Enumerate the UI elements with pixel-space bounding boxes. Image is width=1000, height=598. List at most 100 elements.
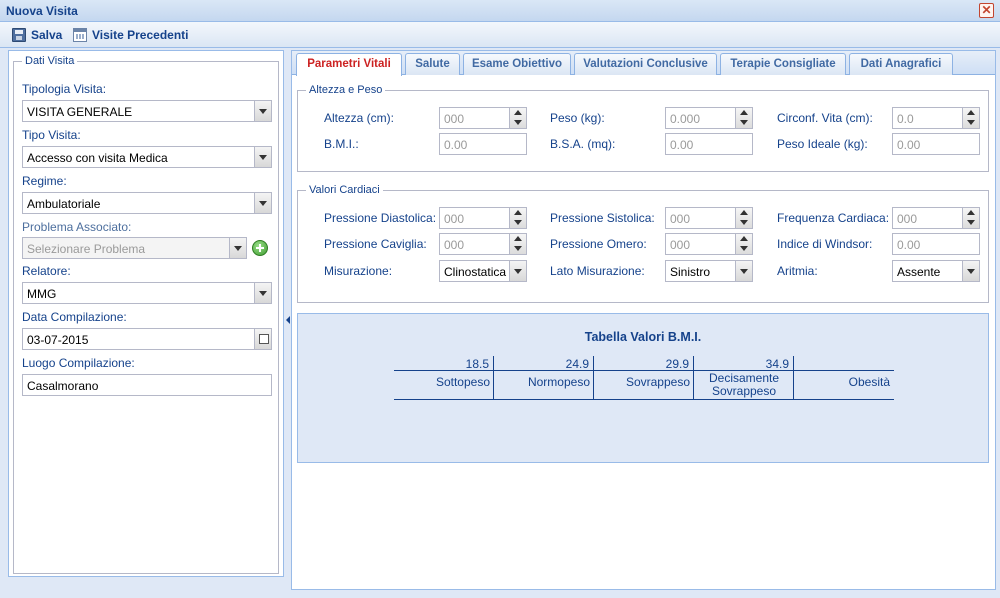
bmi-category-name: Sovrappeso <box>625 375 690 389</box>
bsa-field: 0.00 <box>665 133 753 155</box>
peso-placeholder: 0.000 <box>670 112 701 126</box>
bmi-category-name: Sottopeso <box>435 375 490 389</box>
bmi-label: B.M.I.: <box>324 137 359 151</box>
tab-esame-obiettivo[interactable]: Esame Obiettivo <box>463 53 571 75</box>
circonf-input[interactable]: 0.0 <box>892 107 980 129</box>
tab-dati-anagrafici[interactable]: Dati Anagrafici <box>849 53 953 75</box>
lato-select[interactable]: Sinistro <box>665 260 753 282</box>
problema-select[interactable]: Selezionare Problema <box>22 237 247 259</box>
previous-visits-button[interactable]: Visite Precedenti <box>73 27 189 43</box>
bmi-category-name: Decisamente Sovrappeso <box>708 371 780 398</box>
add-problem-icon[interactable] <box>252 240 268 256</box>
tab-valutazioni-conclusive[interactable]: Valutazioni Conclusive <box>574 53 717 75</box>
data-label: Data Compilazione: <box>22 310 127 324</box>
save-label: Salva <box>31 28 63 42</box>
calendar-icon <box>73 28 87 42</box>
lato-label: Lato Misurazione: <box>550 264 645 278</box>
lato-value: Sinistro <box>670 265 711 279</box>
chevron-down-icon[interactable] <box>735 261 752 281</box>
bmi-category-cell: 29.9 Sovrappeso <box>594 356 694 400</box>
date-field[interactable]: 03-07-2015 <box>22 328 272 350</box>
chevron-down-icon[interactable] <box>509 261 526 281</box>
save-icon <box>12 28 26 42</box>
tipologia-select[interactable]: VISITA GENERALE <box>22 100 272 122</box>
cardiac-values-legend: Valori Cardiaci <box>306 184 383 196</box>
spinner-icon[interactable] <box>509 108 526 128</box>
spinner-icon[interactable] <box>509 234 526 254</box>
sistolica-placeholder: 000 <box>670 212 691 226</box>
visit-data-legend: Dati Visita <box>22 55 78 67</box>
bmi-category-cell: 18.5 Sottopeso <box>394 356 494 400</box>
bsa-label: B.S.A. (mq): <box>550 137 616 151</box>
peso-ideale-field: 0.00 <box>892 133 980 155</box>
save-button[interactable]: Salva <box>12 27 62 43</box>
relatore-select[interactable]: MMG <box>22 282 272 304</box>
window-title: Nuova Visita <box>6 4 78 18</box>
bmi-divider <box>394 370 894 371</box>
caviglia-input[interactable]: 000 <box>439 233 527 255</box>
spinner-icon[interactable] <box>735 208 752 228</box>
luogo-value: Casalmorano <box>27 379 99 393</box>
peso-input[interactable]: 0.000 <box>665 107 753 129</box>
regime-select[interactable]: Ambulatoriale <box>22 192 272 214</box>
frequenza-label: Frequenza Cardiaca: <box>777 211 890 225</box>
height-weight-fieldset: Altezza e Peso Altezza (cm): 000 Peso (k… <box>297 84 989 172</box>
tabs-panel: Parametri Vitali Salute Esame Obiettivo … <box>291 50 996 590</box>
sistolica-label: Pressione Sistolica: <box>550 211 655 225</box>
toolbar: Salva Visite Precedenti <box>0 22 1000 48</box>
chevron-down-icon[interactable] <box>254 101 271 121</box>
spinner-icon[interactable] <box>962 208 979 228</box>
bmi-category-cell: 34.9 Decisamente Sovrappeso <box>694 356 794 400</box>
frequenza-input[interactable]: 000 <box>892 207 980 229</box>
aritmia-value: Assente <box>897 265 941 279</box>
omero-input[interactable]: 000 <box>665 233 753 255</box>
peso-ideale-label: Peso Ideale (kg): <box>777 137 868 151</box>
tipologia-value: VISITA GENERALE <box>27 105 133 119</box>
chevron-down-icon[interactable] <box>254 193 271 213</box>
collapse-left-icon[interactable] <box>286 316 290 324</box>
chevron-down-icon[interactable] <box>254 147 271 167</box>
problema-placeholder: Selezionare Problema <box>27 242 146 256</box>
misurazione-label: Misurazione: <box>324 264 393 278</box>
window-titlebar: Nuova Visita ✕ <box>0 0 1000 22</box>
spinner-icon[interactable] <box>509 208 526 228</box>
diastolica-label: Pressione Diastolica: <box>324 211 437 225</box>
misurazione-value: Clinostatica <box>444 265 507 279</box>
chevron-down-icon[interactable] <box>254 283 271 303</box>
calendar-icon[interactable] <box>254 329 271 349</box>
circonf-placeholder: 0.0 <box>897 112 914 126</box>
spinner-icon[interactable] <box>735 108 752 128</box>
aritmia-select[interactable]: Assente <box>892 260 980 282</box>
chevron-down-icon[interactable] <box>962 261 979 281</box>
tipo-value: Accesso con visita Medica <box>27 151 168 165</box>
luogo-input[interactable]: Casalmorano <box>22 374 272 396</box>
misurazione-select[interactable]: Clinostatica <box>439 260 527 282</box>
bmi-divider <box>394 399 894 400</box>
close-icon[interactable]: ✕ <box>979 3 994 18</box>
diastolica-input[interactable]: 000 <box>439 207 527 229</box>
bmi-category-name: Normopeso <box>527 375 590 389</box>
tab-salute[interactable]: Salute <box>405 53 460 75</box>
omero-label: Pressione Omero: <box>550 237 647 251</box>
bmi-threshold: 24.9 <box>565 357 589 371</box>
windsor-field: 0.00 <box>892 233 980 255</box>
spinner-icon[interactable] <box>735 234 752 254</box>
tipo-select[interactable]: Accesso con visita Medica <box>22 146 272 168</box>
tab-parametri-vitali[interactable]: Parametri Vitali <box>296 53 402 76</box>
luogo-label: Luogo Compilazione: <box>22 356 135 370</box>
bsa-placeholder: 0.00 <box>670 138 694 152</box>
regime-label: Regime: <box>22 174 67 188</box>
peso-label: Peso (kg): <box>550 111 605 125</box>
bmi-placeholder: 0.00 <box>444 138 468 152</box>
sistolica-input[interactable]: 000 <box>665 207 753 229</box>
tab-strip: Parametri Vitali Salute Esame Obiettivo … <box>292 51 995 76</box>
relatore-value: MMG <box>27 287 57 301</box>
previous-visits-label: Visite Precedenti <box>92 28 189 42</box>
spinner-icon[interactable] <box>962 108 979 128</box>
chevron-down-icon[interactable] <box>229 238 246 258</box>
tipologia-label: Tipologia Visita: <box>22 82 107 96</box>
circonf-label: Circonf. Vita (cm): <box>777 111 873 125</box>
bmi-threshold: 18.5 <box>465 357 489 371</box>
altezza-input[interactable]: 000 <box>439 107 527 129</box>
tab-terapie-consigliate[interactable]: Terapie Consigliate <box>720 53 846 75</box>
